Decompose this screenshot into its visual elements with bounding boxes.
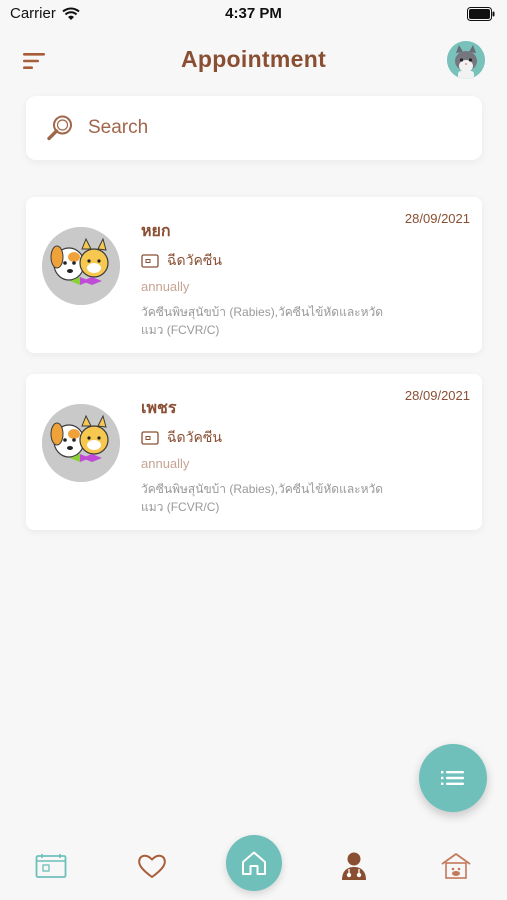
home-icon — [242, 851, 266, 875]
pet-house-icon — [441, 853, 471, 879]
appointment-date: 28/09/2021 — [404, 211, 470, 226]
nav-pet-house[interactable] — [440, 850, 472, 882]
pet-name: หยก — [141, 223, 171, 240]
pet-name: เพชร — [141, 400, 177, 417]
nav-doctor[interactable] — [338, 850, 370, 882]
app-header: Appointment — [0, 38, 507, 84]
appointment-frequency: annually — [141, 456, 190, 471]
appointment-card[interactable]: เพชร 28/09/2021 ฉีดวัคซีน annually วัคซี… — [26, 374, 482, 530]
appointment-frequency: annually — [141, 279, 190, 294]
page-title: Appointment — [180, 46, 327, 72]
battery-icon — [467, 7, 495, 25]
card-icon — [141, 431, 159, 445]
appointment-date: 28/09/2021 — [404, 388, 470, 403]
list-fab-button[interactable] — [419, 744, 487, 812]
appointment-type: ฉีดวัคซีน — [141, 250, 222, 272]
search-placeholder: Search — [88, 117, 149, 138]
search-input[interactable]: Search — [26, 96, 482, 160]
appointment-detail: วัคซีนพิษสุนัขบ้า (Rabies),วัคซีนไข้หัดแ… — [141, 482, 384, 514]
card-icon — [141, 254, 159, 268]
status-time: 4:37 PM — [225, 5, 282, 22]
pet-image — [42, 227, 120, 305]
cat-avatar-icon[interactable] — [447, 41, 485, 79]
doctor-icon — [342, 852, 366, 880]
status-bar: Carrier 4:37 PM — [0, 0, 507, 30]
nav-home[interactable] — [226, 835, 282, 891]
list-icon — [441, 771, 464, 785]
appointment-card[interactable]: หยก 28/09/2021 ฉีดวัคซีน annually วัคซีน… — [26, 197, 482, 353]
appointment-type-label: ฉีดวัคซีน — [167, 429, 222, 445]
calendar-icon — [35, 854, 67, 878]
heart-icon — [138, 854, 166, 878]
appointment-type-label: ฉีดวัคซีน — [167, 252, 222, 268]
bottom-nav — [0, 830, 507, 900]
appointment-detail: วัคซีนพิษสุนัขบ้า (Rabies),วัคซีนไข้หัดแ… — [141, 305, 384, 337]
nav-favorite[interactable] — [136, 850, 168, 882]
appointment-type: ฉีดวัคซีน — [141, 427, 222, 449]
search-icon — [47, 115, 72, 141]
pet-image — [42, 404, 120, 482]
nav-calendar[interactable] — [35, 850, 67, 882]
